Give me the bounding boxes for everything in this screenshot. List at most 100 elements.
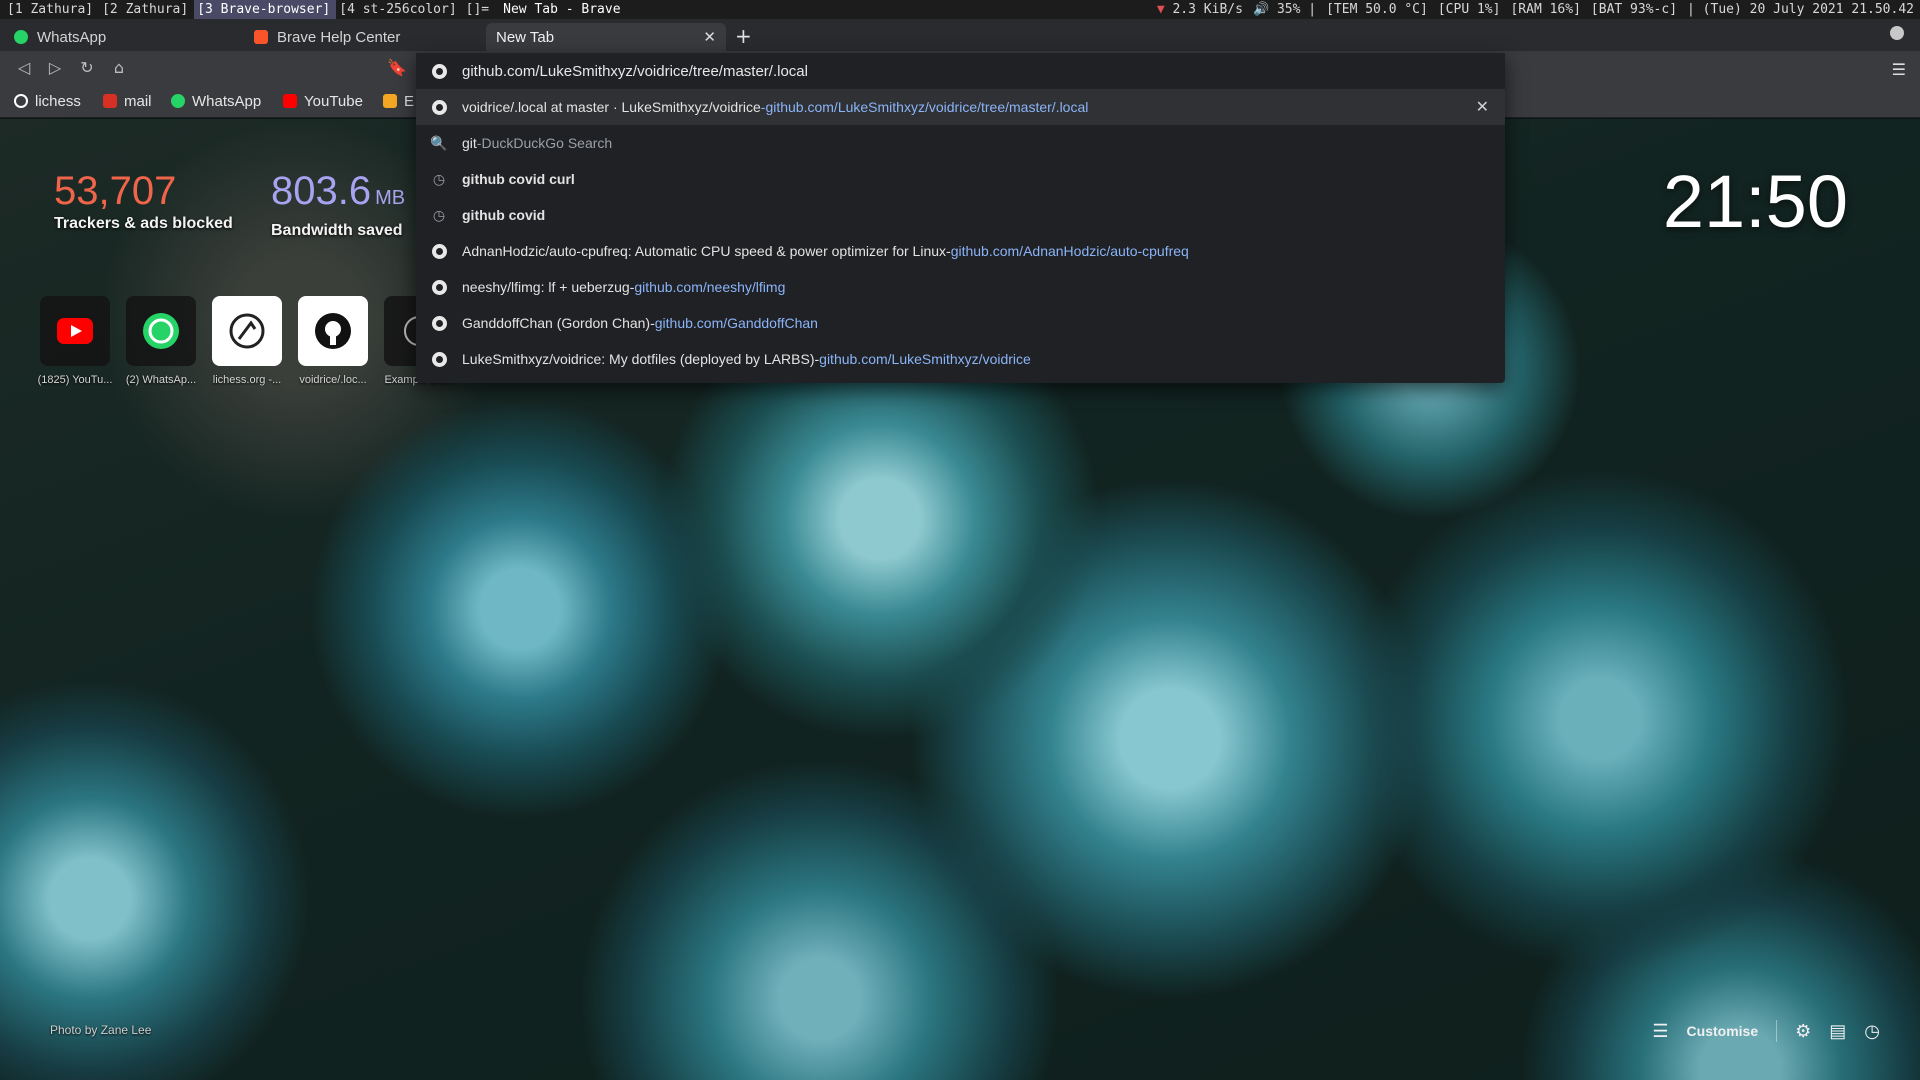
reload-button[interactable]: ↻ [72, 51, 102, 84]
menu-icon[interactable]: ☰ [1892, 60, 1906, 79]
bookmark-button[interactable]: 🔖 [382, 51, 412, 84]
settings-icon[interactable]: ⚙ [1795, 1021, 1811, 1042]
github-icon [416, 63, 462, 79]
profile-icon[interactable] [1890, 26, 1904, 40]
whatsapp-icon [14, 30, 28, 44]
wm-tag-4[interactable]: [4 st-256color] [336, 0, 462, 19]
youtube-icon [283, 94, 297, 108]
tile-label: lichess.org -... [212, 374, 282, 386]
tab-label: New Tab [496, 28, 555, 46]
tab-brave-help[interactable]: Brave Help Center [244, 23, 484, 51]
tab-new-tab[interactable]: New Tab ✕ [486, 23, 726, 51]
bookmark-label: mail [124, 92, 152, 110]
forward-button[interactable]: ▷ [40, 51, 70, 84]
close-icon[interactable]: ✕ [1476, 97, 1489, 117]
top-site-tile[interactable]: (2) WhatsAp... [126, 296, 196, 386]
github-icon [416, 99, 462, 115]
github-icon [416, 243, 462, 259]
close-icon[interactable]: ✕ [703, 28, 716, 46]
suggestion-url: github.com/LukeSmithxyz/voidrice/tree/ma… [765, 99, 1089, 115]
history-icon: ◷ [432, 170, 446, 187]
suggestion-title: voidrice/.local at master · LukeSmithxyz… [462, 99, 761, 115]
suggestion-row[interactable]: neeshy/lfimg: lf + ueberzug - github.com… [416, 269, 1505, 305]
battery-indicator: [BAT 93%-c] [1590, 2, 1678, 17]
cpu-indicator: [CPU 1%] [1437, 2, 1501, 17]
volume-text: 35% [1276, 2, 1301, 17]
history-icon: ◷ [432, 206, 446, 223]
suggestion-url: github.com/neeshy/lfimg [634, 279, 786, 295]
top-site-tile[interactable]: lichess.org -... [212, 296, 282, 386]
trackers-count: 53,707 [54, 169, 177, 213]
suggestion-title: GanddoffChan (Gordon Chan) [462, 315, 651, 331]
reload-icon: ↻ [80, 58, 94, 77]
suggestion-row[interactable]: 🔍 git - DuckDuckGo Search [416, 125, 1505, 161]
bandwidth-label: Bandwidth saved [271, 222, 403, 239]
bookmark-e[interactable]: E [383, 84, 414, 118]
wm-layout[interactable]: []= [463, 0, 495, 19]
wm-status-bar: [1 Zathura] [2 Zathura] [3 Brave-browser… [0, 0, 1920, 19]
bookmark-icon: 🔖 [387, 58, 407, 77]
github-icon [416, 279, 462, 295]
trackers-label: Trackers & ads blocked [54, 215, 233, 232]
tile-label: (2) WhatsAp... [125, 374, 197, 386]
home-icon: ⌂ [113, 58, 125, 77]
forward-icon: ▷ [48, 58, 62, 77]
lichess-icon [14, 94, 28, 108]
history-icon[interactable]: ◷ [1864, 1021, 1880, 1042]
sliders-icon: ☰ [1652, 1020, 1669, 1041]
new-tab-button[interactable]: + [735, 24, 752, 48]
bookmark-youtube[interactable]: YouTube [283, 84, 363, 118]
youtube-icon [40, 296, 110, 366]
net-arrow-icon: ▼ [1156, 2, 1165, 17]
ntp-footer-controls: ☰ Customise ⚙ ▤ ◷ [1652, 1020, 1880, 1042]
bookmark-lichess[interactable]: lichess [14, 84, 81, 118]
wm-tag-3[interactable]: [3 Brave-browser] [194, 0, 337, 19]
suggestion-row[interactable]: ◷ github covid curl [416, 161, 1505, 197]
suggestion-url: github.com/LukeSmithxyz/voidrice [819, 351, 1031, 367]
tile-label: (1825) YouTu... [37, 374, 113, 386]
bookmarks-icon[interactable]: ▤ [1829, 1021, 1846, 1042]
home-button[interactable]: ⌂ [104, 51, 134, 84]
bandwidth-number: 803.6 [271, 169, 372, 213]
tab-label: WhatsApp [37, 28, 107, 46]
wm-tag-1[interactable]: [1 Zathura] [4, 0, 99, 19]
bookmark-label: E [404, 92, 415, 110]
suggestion-title: AdnanHodzic/auto-cpufreq: Automatic CPU … [462, 243, 947, 259]
tile-label: voidrice/.loc... [299, 374, 367, 386]
bookmark-whatsapp[interactable]: WhatsApp [171, 84, 261, 118]
photo-credit[interactable]: Photo by Zane Lee [50, 1023, 151, 1037]
net-text: 2.3 KiB/s [1172, 2, 1243, 17]
bookmark-mail[interactable]: mail [103, 84, 152, 118]
tab-whatsapp[interactable]: WhatsApp [4, 23, 244, 51]
gmail-icon [103, 94, 117, 108]
bandwidth-stat: 803.6 MB Bandwidth saved [271, 169, 405, 240]
suggestion-row[interactable]: ◷ github covid [416, 197, 1505, 233]
suggestion-title: github covid [462, 207, 546, 223]
back-button[interactable]: ◁ [9, 51, 39, 84]
top-site-tile[interactable]: voidrice/.loc... [298, 296, 368, 386]
bookmark-label: WhatsApp [192, 92, 262, 110]
address-bar[interactable] [416, 53, 1505, 89]
brave-icon [254, 30, 268, 44]
address-input[interactable] [462, 62, 1462, 80]
suggestion-title: github covid curl [462, 171, 575, 187]
wm-window-title: New Tab - Brave [503, 2, 621, 17]
lichess-icon [212, 296, 282, 366]
suggestion-row[interactable]: voidrice/.local at master · LukeSmithxyz… [416, 89, 1505, 125]
wm-tag-2[interactable]: [2 Zathura] [99, 0, 194, 19]
bandwidth-unit: MB [375, 187, 406, 209]
top-site-tile[interactable]: (1825) YouTu... [38, 296, 112, 386]
suggestion-row[interactable]: AdnanHodzic/auto-cpufreq: Automatic CPU … [416, 233, 1505, 269]
customise-button[interactable]: Customise [1687, 1023, 1759, 1039]
clock-indicator: | (Tue) 20 July 2021 21.50.42 [1687, 2, 1914, 17]
net-indicator: ▼ 2.3 KiB/s [1157, 0, 1243, 19]
footer-divider [1776, 1020, 1778, 1042]
suggestion-row[interactable]: LukeSmithxyz/voidrice: My dotfiles (depl… [416, 341, 1505, 377]
ntp-clock: 21:50 [1662, 160, 1848, 243]
suggestion-row[interactable]: GanddoffChan (Gordon Chan) - github.com/… [416, 305, 1505, 341]
suggestion-title: neeshy/lfimg: lf + ueberzug [462, 279, 630, 295]
suggestion-title: LukeSmithxyz/voidrice: My dotfiles (depl… [462, 351, 815, 367]
search-icon: 🔍 [430, 134, 448, 151]
bookmark-label: YouTube [304, 92, 363, 110]
volume-indicator: 🔊 35% | [1252, 2, 1317, 17]
